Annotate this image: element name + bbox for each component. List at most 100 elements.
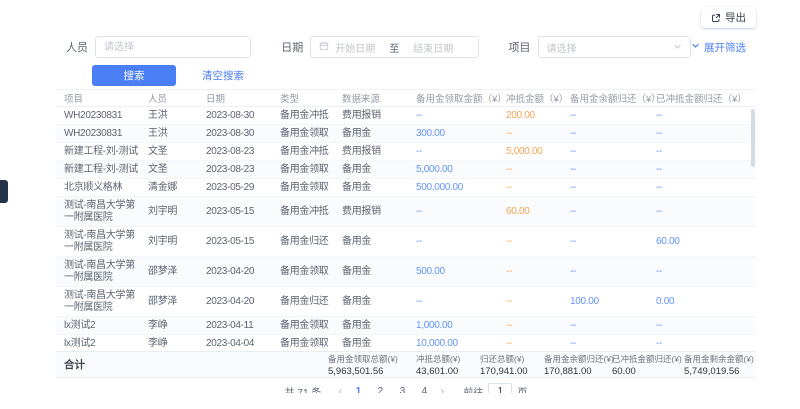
table-cell: 备用金归还 xyxy=(280,233,342,250)
titlebar: 备用金明细表 导出 xyxy=(0,0,800,30)
table-cell: 备用金领取 xyxy=(280,317,342,334)
table-cell: 2023-08-30 xyxy=(206,107,280,124)
table-cell: -- xyxy=(656,263,740,280)
table-cell: -- xyxy=(570,317,656,334)
table-cell: 备用金 xyxy=(342,335,416,351)
table-cell: -- xyxy=(656,143,740,160)
filter-panel: 人员 日期 开始日期 至 结束日期 项 xyxy=(56,30,756,89)
person-select-input[interactable] xyxy=(95,36,251,58)
next-page-arrow-icon[interactable]: › xyxy=(437,385,447,393)
table-cell: -- xyxy=(570,161,656,178)
expand-filters-link[interactable]: 展开筛选 xyxy=(691,40,746,55)
table-cell: -- xyxy=(656,317,740,334)
table-cell: -- xyxy=(506,179,570,196)
export-button[interactable]: 导出 xyxy=(701,7,756,28)
chevron-down-icon xyxy=(691,41,700,53)
table-cell: -- xyxy=(506,317,570,334)
table-cell: 文圣 xyxy=(148,143,206,160)
summary-group-label: 备用金领取总额(¥) xyxy=(328,353,416,365)
drawer-handle[interactable] xyxy=(0,180,8,203)
column-header: 类型 xyxy=(280,91,342,105)
summary-group-value: 5,749,019.56 xyxy=(684,366,750,377)
table-cell: 备用金归还 xyxy=(280,293,342,310)
table-cell: 费用报销 xyxy=(342,143,416,160)
calendar-icon xyxy=(319,38,329,56)
pagination-goto: 前往 页 xyxy=(463,383,527,393)
table-cell: 2023-04-20 xyxy=(206,293,280,310)
table-row[interactable]: 北京顺义格林清金娜2023-05-29备用金领取备用金500,000.00---… xyxy=(56,179,756,197)
goto-label: 前往 xyxy=(463,384,483,394)
table-cell: 李峥 xyxy=(148,335,206,351)
table-cell: 2023-08-23 xyxy=(206,143,280,160)
table-cell: 300.00 xyxy=(416,125,506,142)
filter-row: 人员 日期 开始日期 至 结束日期 项 xyxy=(66,36,746,58)
table-body: WH20230831王洪2023-08-30备用金冲抵费用报销--200.00-… xyxy=(56,107,756,351)
table-cell: 备用金冲抵 xyxy=(280,107,342,124)
table-cell: 北京顺义格林 xyxy=(56,179,148,196)
table-row[interactable]: 新建工程-刘-测试文圣2023-08-23备用金领取备用金5,000.00---… xyxy=(56,161,756,179)
column-header: 数据来源 xyxy=(342,91,416,105)
column-header: 备用金余额归还（¥） xyxy=(570,91,656,105)
clear-search-link[interactable]: 清空搜索 xyxy=(202,68,244,83)
summary-group: 备用金余额归还(¥)170,881.00 xyxy=(544,353,612,377)
summary-groups: 备用金领取总额(¥)5,963,501.56冲抵总额(¥)43,601.00归还… xyxy=(328,353,756,377)
table-cell: 邵梦泽 xyxy=(148,293,206,310)
table-row[interactable]: WH20230831王洪2023-08-30备用金领取备用金300.00----… xyxy=(56,125,756,143)
project-select[interactable]: 请选择 xyxy=(538,36,691,58)
column-header: 项目 xyxy=(56,91,148,105)
person-filter-label: 人员 xyxy=(66,39,88,55)
table-row[interactable]: WH20230831王洪2023-08-30备用金冲抵费用报销--200.00-… xyxy=(56,107,756,125)
table-row[interactable]: lx测试2李峥2023-04-11备用金领取备用金1,000.00------ xyxy=(56,317,756,335)
table-cell: -- xyxy=(656,335,740,351)
table-row[interactable]: 测试-南昌大学第一附属医院邵梦泽2023-04-20备用金归还备用金----10… xyxy=(56,287,756,317)
table-cell: 新建工程-刘-测试 xyxy=(56,143,148,160)
table-cell: -- xyxy=(656,179,740,196)
summary-group: 备用金领取总额(¥)5,963,501.56 xyxy=(328,353,416,377)
table-cell: -- xyxy=(506,233,570,250)
date-separator: 至 xyxy=(389,40,399,55)
vertical-scrollbar[interactable] xyxy=(751,109,755,167)
table-row[interactable]: 测试-南昌大学第一附属医院邵梦泽2023-04-20备用金领取备用金500.00… xyxy=(56,257,756,287)
table-cell: 2023-05-15 xyxy=(206,203,280,220)
expand-filters-label: 展开筛选 xyxy=(704,40,746,55)
table-cell: 王洪 xyxy=(148,125,206,142)
column-header: 冲抵金额（¥） xyxy=(506,91,570,105)
table-row[interactable]: 新建工程-刘-测试文圣2023-08-23备用金冲抵费用报销--5,000.00… xyxy=(56,143,756,161)
table-cell: -- xyxy=(570,203,656,220)
page-number-button[interactable]: 1 xyxy=(351,386,365,394)
table-cell: 测试-南昌大学第一附属医院 xyxy=(56,287,148,316)
column-header: 已冲抵金额归还（¥） xyxy=(656,91,740,105)
table-cell: -- xyxy=(416,233,506,250)
pagination-total: 共 71 条 xyxy=(285,384,322,394)
content-card: 人员 日期 开始日期 至 结束日期 项 xyxy=(56,30,756,393)
table-cell: 测试-南昌大学第一附属医院 xyxy=(56,197,148,226)
page-number-button[interactable]: 4 xyxy=(417,386,431,394)
summary-group-value: 60.00 xyxy=(612,366,684,377)
search-button[interactable]: 搜索 xyxy=(92,65,176,86)
table-row[interactable]: 测试-南昌大学第一附属医院刘宇明2023-05-15备用金归还备用金------… xyxy=(56,227,756,257)
table-cell: 2023-04-20 xyxy=(206,263,280,280)
page-number-button[interactable]: 3 xyxy=(395,386,409,394)
table-row[interactable]: 测试-南昌大学第一附属医院刘宇明2023-05-15备用金冲抵费用报销--60.… xyxy=(56,197,756,227)
table-cell: 2023-04-11 xyxy=(206,317,280,334)
table-cell: -- xyxy=(656,161,740,178)
summary-group-label: 冲抵总额(¥) xyxy=(416,353,480,365)
summary-group-value: 43,601.00 xyxy=(416,366,480,377)
page-number-button[interactable]: 2 xyxy=(373,386,387,394)
table-cell: -- xyxy=(656,125,740,142)
prev-page-arrow-icon[interactable]: ‹ xyxy=(335,385,345,393)
table-cell: 5,000.00 xyxy=(506,143,570,160)
table-row[interactable]: lx测试2李峥2023-04-04备用金领取备用金10,000.00------ xyxy=(56,335,756,351)
table-cell: 备用金 xyxy=(342,263,416,280)
summary-group-value: 170,941.00 xyxy=(480,366,544,377)
summary-total-label: 合计 xyxy=(56,357,85,372)
table-cell: -- xyxy=(570,143,656,160)
table-cell: 清金娜 xyxy=(148,179,206,196)
table-cell: 200.00 xyxy=(506,107,570,124)
table-cell: -- xyxy=(506,335,570,351)
table-cell: -- xyxy=(506,293,570,310)
date-range-picker[interactable]: 开始日期 至 结束日期 xyxy=(310,36,478,58)
goto-page-input[interactable] xyxy=(488,383,512,393)
table-header-row: 项目人员日期类型数据来源备用金领取金额（¥）冲抵金额（¥）备用金余额归还（¥）已… xyxy=(56,89,756,107)
table-cell: -- xyxy=(570,125,656,142)
